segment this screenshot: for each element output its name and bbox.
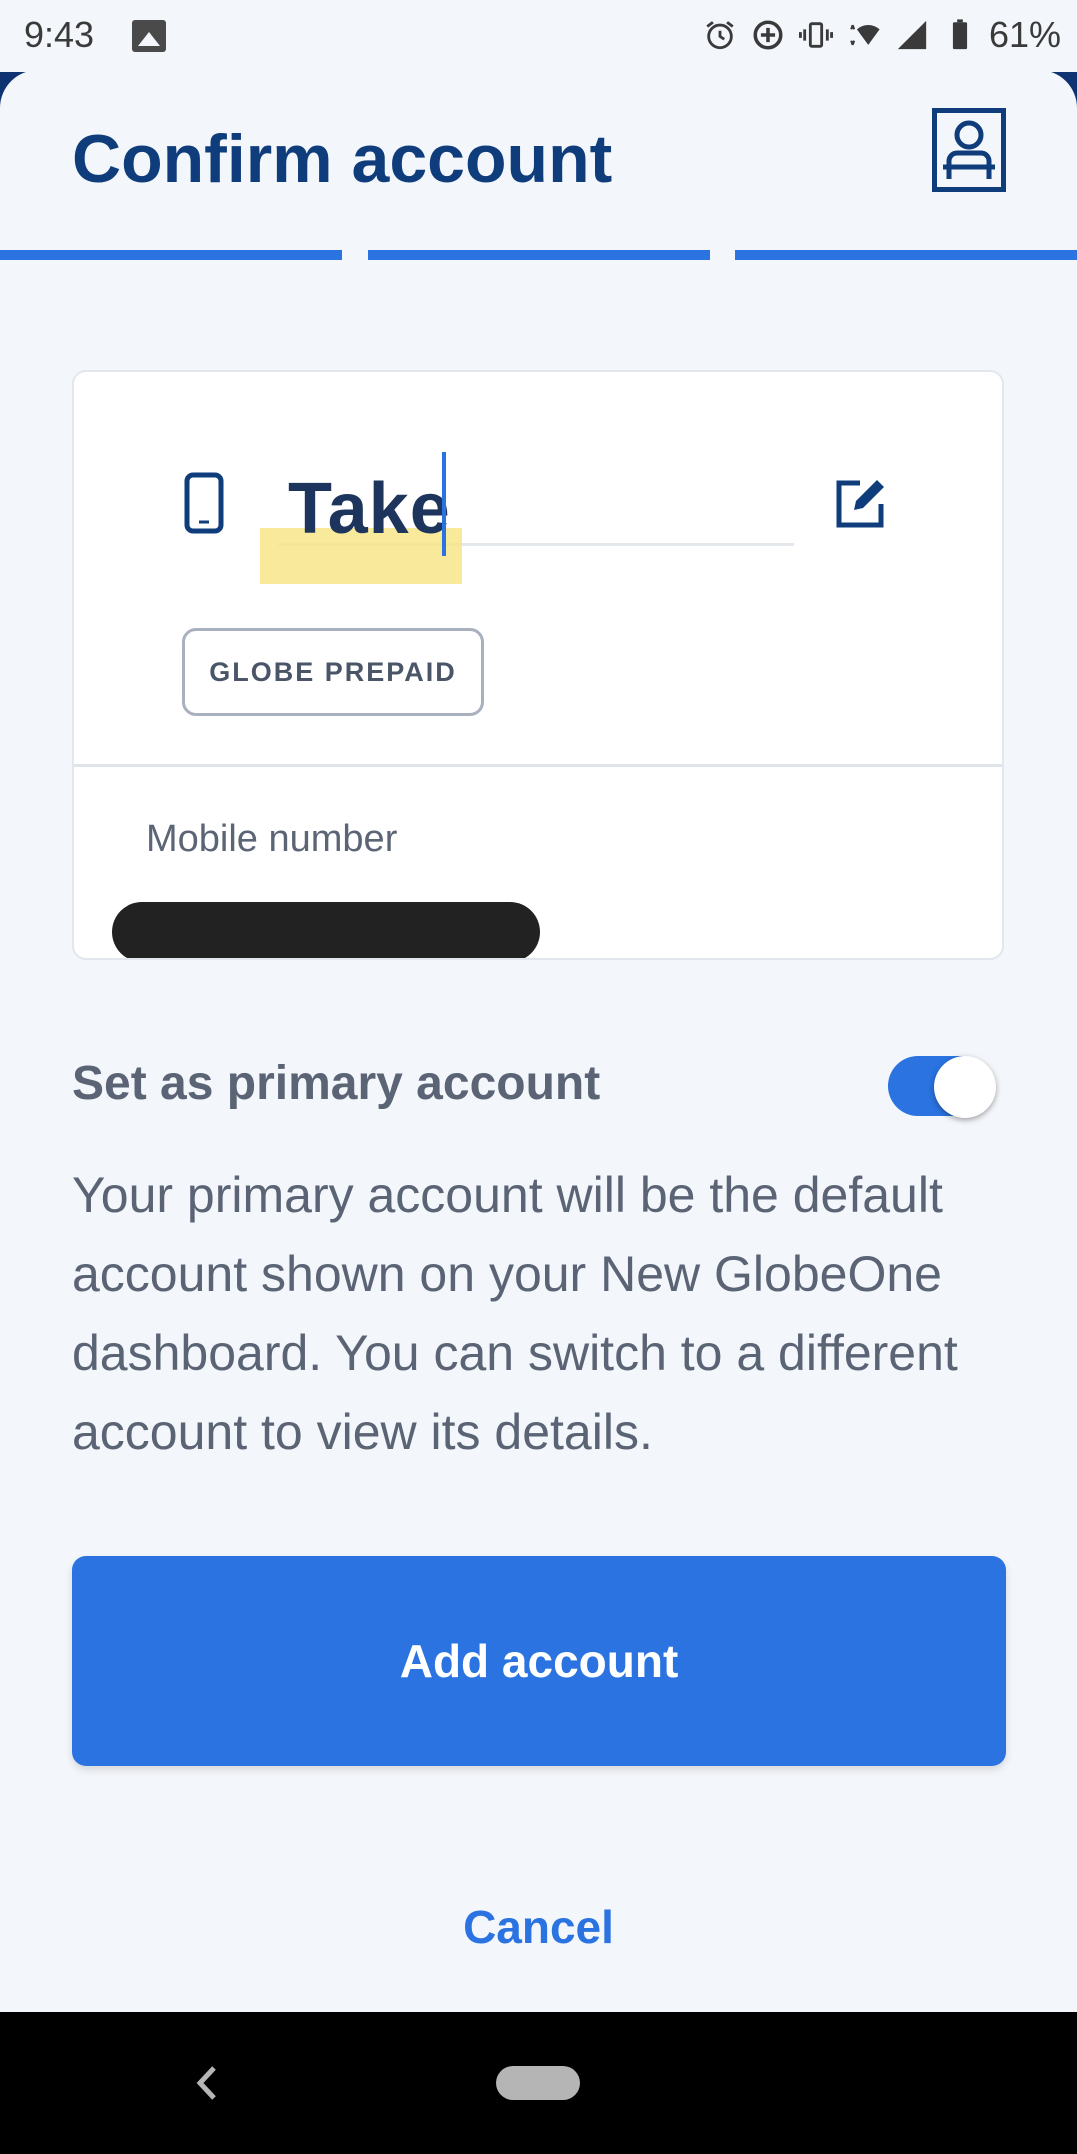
system-nav-bar (0, 2012, 1077, 2154)
vibrate-icon (799, 22, 833, 48)
wifi-icon (850, 24, 880, 46)
plan-badge: GLOBE PREPAID (182, 628, 484, 716)
home-button[interactable] (496, 2066, 580, 2100)
progress-step-1 (0, 250, 342, 260)
primary-account-label: Set as primary account (72, 1057, 601, 1110)
account-card: Take GLOBE PREPAID Mobile number (72, 370, 1004, 960)
profile-button[interactable] (932, 108, 1006, 192)
status-bar: 9:43 61% (0, 0, 1077, 72)
cancel-button[interactable]: Cancel (0, 1900, 1077, 1954)
alarm-icon (706, 21, 734, 50)
mobile-number-label: Mobile number (146, 818, 398, 860)
status-time: 9:43 (24, 14, 95, 55)
signal-icon (897, 20, 927, 50)
edit-icon[interactable] (834, 478, 886, 530)
confirm-account-sheet: Confirm account Take GLOBE PREPAID Mobil… (0, 70, 1077, 2012)
text-cursor (442, 452, 446, 556)
progress-step-3 (735, 250, 1077, 260)
battery-icon (952, 19, 968, 50)
gallery-icon (132, 20, 166, 52)
data-saver-icon (753, 20, 783, 50)
page-title: Confirm account (72, 121, 613, 197)
add-account-button[interactable]: Add account (72, 1556, 1006, 1766)
redacted-mobile-number (112, 902, 540, 958)
status-icons (703, 12, 977, 58)
toggle-knob (934, 1056, 996, 1118)
phone-icon (184, 472, 224, 534)
back-icon[interactable] (188, 2058, 228, 2108)
progress-step-2 (368, 250, 710, 260)
primary-account-toggle[interactable] (888, 1052, 998, 1118)
card-divider (74, 764, 1002, 767)
primary-account-description: Your primary account will be the default… (72, 1167, 958, 1460)
profile-card-icon (943, 120, 995, 179)
battery-percent: 61% (988, 14, 1061, 55)
account-name-value[interactable]: Take (288, 468, 451, 550)
